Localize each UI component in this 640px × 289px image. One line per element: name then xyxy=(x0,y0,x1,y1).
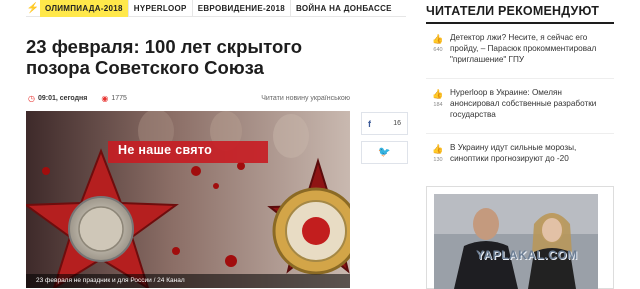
recommended-link[interactable]: Детектор лжи? Несите, я сейчас его пройд… xyxy=(450,32,610,78)
recommended-link[interactable]: В Украину идут сильные морозы, синоптики… xyxy=(450,142,610,184)
image-caption: 23 февраля не праздник и для России / 24… xyxy=(26,274,350,288)
nav-item-eurovision[interactable]: ЕВРОВИДЕНИЕ-2018 xyxy=(193,0,291,17)
list-item[interactable]: 👍 130 В Украину идут сильные морозы, син… xyxy=(426,134,614,184)
list-item[interactable]: 👍 640 Детектор лжи? Несите, я сейчас его… xyxy=(426,24,614,79)
top-nav: ⚡ ОЛИМПИАДА-2018 HYPERLOOP ЕВРОВИДЕНИЕ-2… xyxy=(26,0,406,17)
like-counter[interactable]: 👍 130 xyxy=(426,142,450,184)
like-count: 130 xyxy=(433,157,443,163)
thumbs-up-icon: 👍 xyxy=(432,34,444,44)
article-meta: ◷ 09:01, сегодня ◉ 1775 Читати новину ук… xyxy=(26,92,350,104)
article-title: 23 февраля: 100 лет скрытого позора Сове… xyxy=(26,36,303,78)
twitter-icon: 🐦 xyxy=(378,147,391,158)
ad-block[interactable] xyxy=(426,186,614,289)
ad-image[interactable] xyxy=(434,194,598,289)
publish-time: 09:01, сегодня xyxy=(37,94,88,102)
sidebar-title: ЧИТАТЕЛИ РЕКОМЕНДУЮТ xyxy=(426,4,600,18)
site-watermark: YAPLAKAL.COM xyxy=(476,248,578,262)
facebook-share-count: 16 xyxy=(393,120,401,127)
nav-item-olympics[interactable]: ОЛИМПИАДА-2018 xyxy=(40,0,129,17)
clock-icon: ◷ xyxy=(28,93,35,103)
recommended-list: 👍 640 Детектор лжи? Несите, я сейчас его… xyxy=(426,22,614,184)
read-in-ukrainian-link[interactable]: Читати новину українською xyxy=(261,95,350,102)
image-banner-text: Не наше свято xyxy=(118,143,213,157)
soviet-medals-illustration xyxy=(26,111,350,288)
twitter-share-button[interactable]: 🐦 xyxy=(361,141,408,164)
thumbs-up-icon: 👍 xyxy=(432,89,444,99)
lightning-icon: ⚡ xyxy=(26,2,40,14)
list-item[interactable]: 👍 184 Hyperloop в Украине: Омелян анонси… xyxy=(426,79,614,134)
facebook-icon: f xyxy=(368,118,371,129)
nav-item-hyperloop[interactable]: HYPERLOOP xyxy=(129,0,193,17)
like-counter[interactable]: 👍 184 xyxy=(426,87,450,133)
like-count: 184 xyxy=(433,102,443,108)
nav-item-donbass-war[interactable]: ВОЙНА НА ДОНБАССЕ xyxy=(291,0,397,17)
recommended-link[interactable]: Hyperloop в Украине: Омелян анонсировал … xyxy=(450,87,610,133)
like-count: 640 xyxy=(433,47,443,53)
eye-icon: ◉ xyxy=(101,93,109,103)
thumbs-up-icon: 👍 xyxy=(432,144,444,154)
facebook-share-button[interactable]: f 16 xyxy=(361,112,408,135)
like-counter[interactable]: 👍 640 xyxy=(426,32,450,78)
views-counter: ◉ 1775 xyxy=(99,94,127,103)
views-count: 1775 xyxy=(111,94,127,102)
article-hero-image: Не наше свято 23 февраля не праздник и д… xyxy=(26,111,350,288)
couple-photo xyxy=(434,194,598,289)
